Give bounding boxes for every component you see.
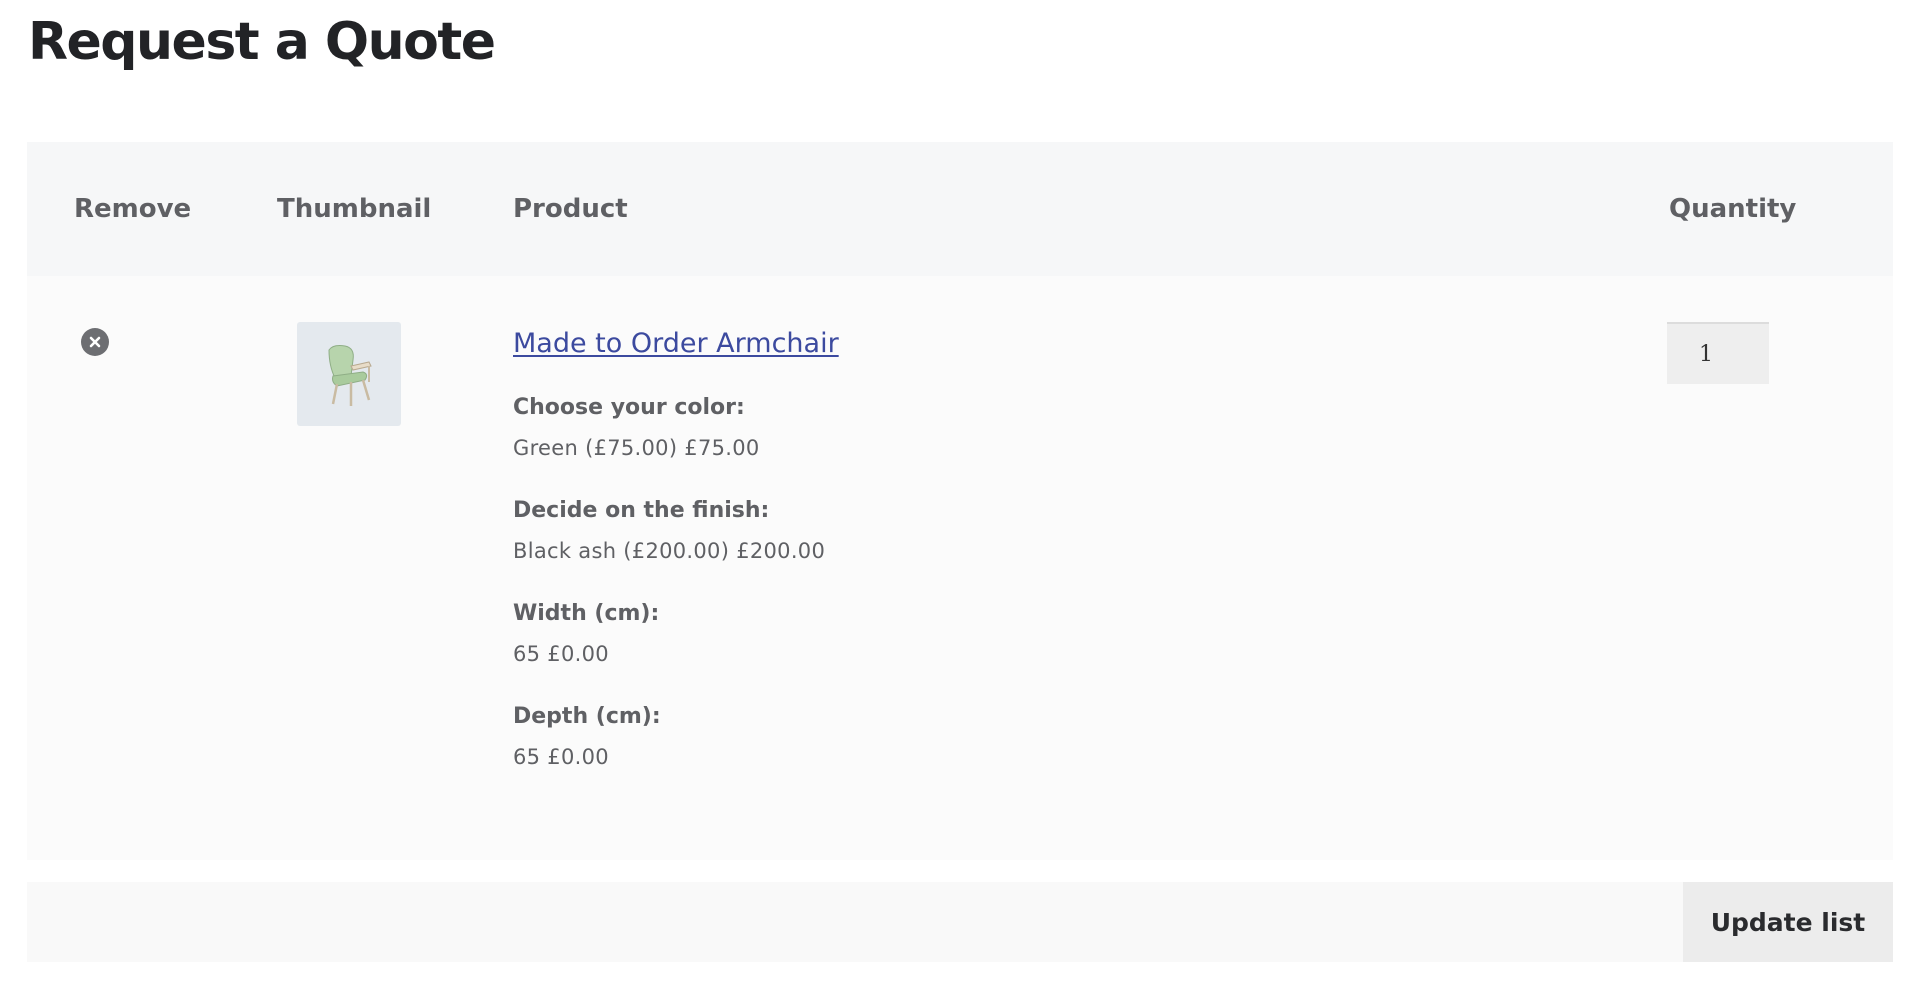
remove-item-button[interactable] [81,328,109,356]
variation-value: Green (£75.00) £75.00 [513,436,760,460]
product-cell: Made to Order Armchair Choose your color… [513,326,1413,806]
close-icon [89,336,101,348]
column-header-quantity: Quantity [1669,194,1797,224]
variation-item: Decide on the finish: Black ash (£200.00… [513,497,1413,565]
column-header-remove: Remove [74,194,192,224]
product-thumbnail[interactable] [297,322,401,426]
column-header-thumbnail: Thumbnail [277,194,432,224]
variation-item: Choose your color: Green (£75.00) £75.00 [513,394,1413,462]
variation-label: Decide on the finish: [513,498,770,523]
quantity-input[interactable] [1667,322,1769,384]
variation-item: Depth (cm): 65 £0.00 [513,703,1413,771]
page-title: Request a Quote [28,12,496,72]
actions-row: Update list [27,882,1893,962]
update-list-button[interactable]: Update list [1683,882,1893,962]
table-row: Made to Order Armchair Choose your color… [27,276,1893,860]
variation-value: 65 £0.00 [513,745,609,769]
variation-label: Width (cm): [513,601,660,626]
armchair-image [328,345,372,406]
quote-page: Request a Quote Remove Thumbnail Product… [0,0,1920,989]
table-header: Remove Thumbnail Product Quantity [27,142,1893,276]
variation-value: Black ash (£200.00) £200.00 [513,539,826,563]
variation-label: Choose your color: [513,395,745,420]
quote-table: Remove Thumbnail Product Quantity Made t… [27,142,1893,860]
product-name-link[interactable]: Made to Order Armchair [513,328,839,359]
variation-label: Depth (cm): [513,704,661,729]
product-variations: Choose your color: Green (£75.00) £75.00… [513,394,1413,771]
variation-item: Width (cm): 65 £0.00 [513,600,1413,668]
column-header-product: Product [513,194,628,224]
variation-value: 65 £0.00 [513,642,609,666]
